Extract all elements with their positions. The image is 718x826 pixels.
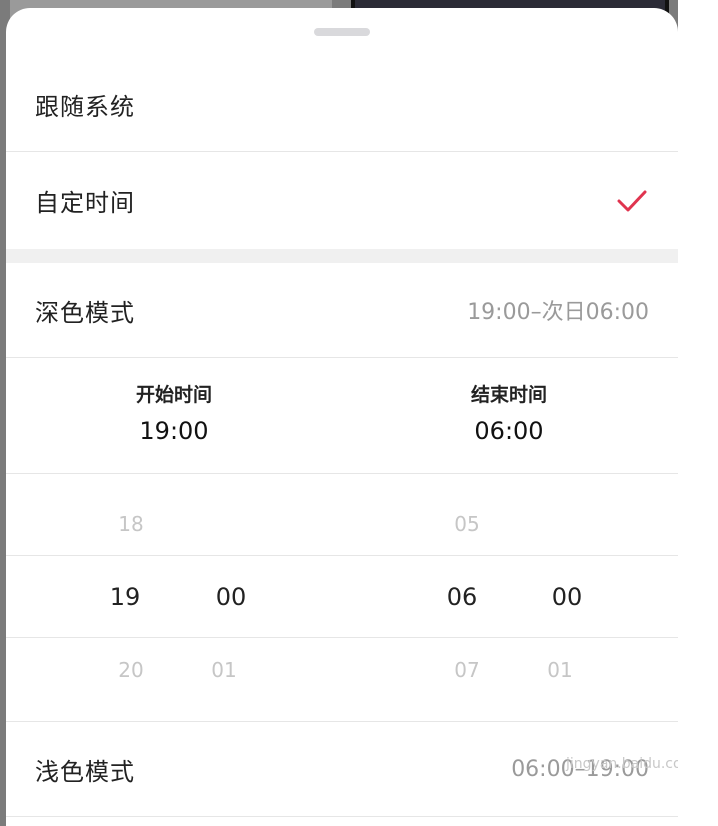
watermark: jingyan.baidu.com: [566, 756, 678, 772]
light-mode-label: 浅色模式: [35, 757, 135, 786]
option-custom-time-label: 自定时间: [35, 189, 135, 217]
start-hour-next[interactable]: 20: [101, 658, 161, 682]
divider: [6, 357, 678, 358]
right-gutter: [678, 0, 718, 826]
start-hour-selected[interactable]: 19: [95, 583, 155, 611]
end-hour-prev[interactable]: 05: [437, 512, 497, 536]
section-separator: [6, 249, 678, 263]
option-follow-system[interactable]: 跟随系统: [6, 58, 678, 151]
start-minute-next[interactable]: 01: [194, 658, 254, 682]
theme-bottom-sheet: 跟随系统 自定时间 深色模式 19:00–次日06:00 开始时间 19:00 …: [6, 8, 678, 826]
end-hour-selected[interactable]: 06: [432, 583, 492, 611]
end-minute-selected[interactable]: 00: [537, 583, 597, 611]
option-follow-system-label: 跟随系统: [35, 93, 135, 121]
dark-mode-row[interactable]: 深色模式 19:00–次日06:00: [6, 263, 678, 357]
end-minute-next[interactable]: 01: [530, 658, 590, 682]
picker-selection-bottom: [6, 637, 678, 638]
end-hour-next[interactable]: 07: [437, 658, 497, 682]
start-time-header[interactable]: 开始时间 19:00: [74, 380, 274, 445]
start-time-title: 开始时间: [135, 384, 212, 406]
start-time-value: 19:00: [139, 417, 209, 445]
end-time-header[interactable]: 结束时间 06:00: [409, 380, 609, 445]
start-hour-prev[interactable]: 18: [101, 512, 161, 536]
dark-mode-range: 19:00–次日06:00: [467, 300, 649, 325]
dark-mode-label: 深色模式: [35, 298, 135, 327]
option-custom-time[interactable]: 自定时间: [6, 152, 678, 249]
divider: [6, 473, 678, 474]
end-time-title: 结束时间: [470, 384, 547, 406]
end-time-value: 06:00: [474, 417, 544, 445]
sheet-drag-handle[interactable]: [314, 28, 370, 36]
picker-selection-top: [6, 555, 678, 556]
start-minute-selected[interactable]: 00: [201, 583, 261, 611]
checkmark-icon: [617, 190, 647, 211]
divider: [6, 816, 678, 817]
